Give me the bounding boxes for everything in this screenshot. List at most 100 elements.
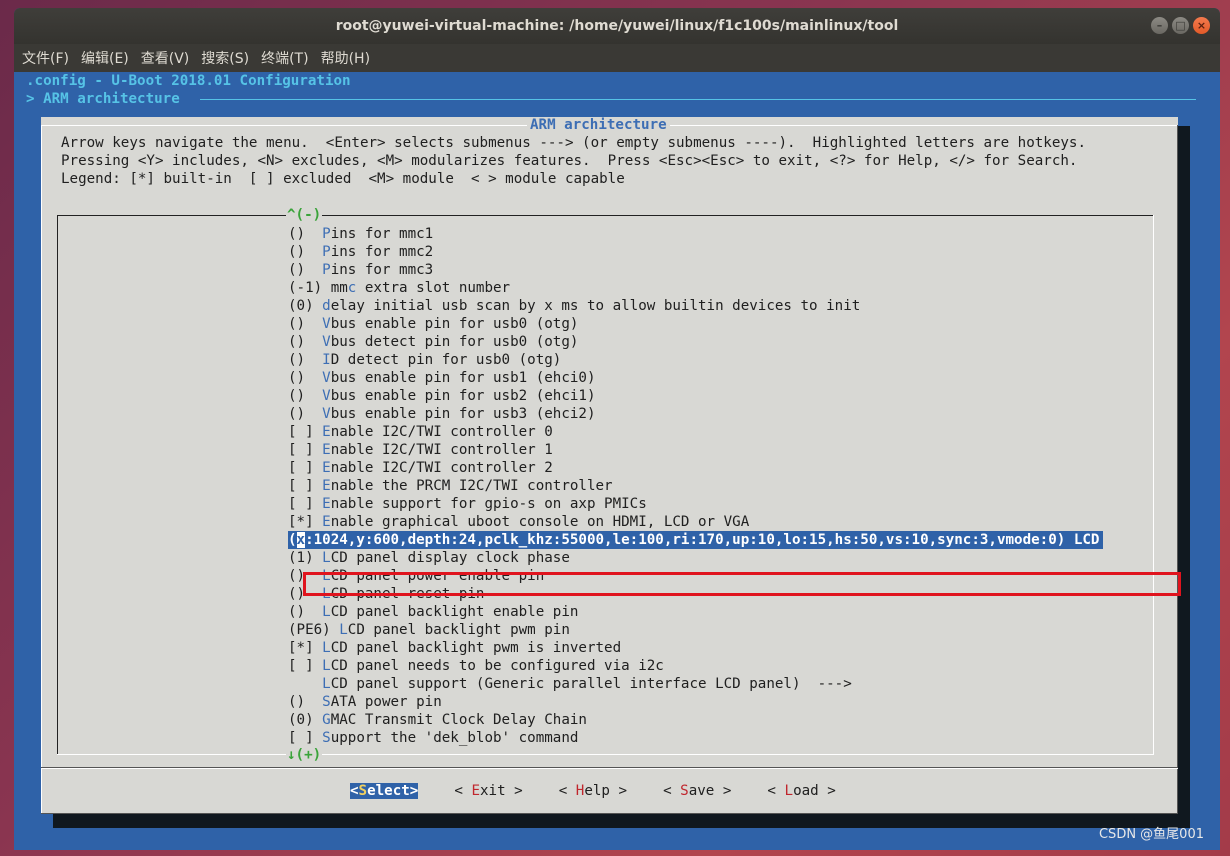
- menu-list[interactable]: ^(-) ↓(+) () Pins for mmc1() Pins for mm…: [57, 207, 1154, 763]
- item-hotkey: E: [322, 424, 331, 440]
- menu-item[interactable]: () Pins for mmc2: [288, 243, 1103, 261]
- terminal-area[interactable]: .config - U-Boot 2018.01 Configuration >…: [14, 72, 1220, 850]
- item-prefix: [*]: [288, 640, 323, 656]
- item-label: bus detect pin for usb0 (otg): [330, 334, 579, 350]
- menu-item[interactable]: [ ] Enable I2C/TWI controller 2: [288, 459, 1103, 477]
- menu-item[interactable]: [ ] Enable the PRCM I2C/TWI controller: [288, 477, 1103, 495]
- item-hotkey: P: [322, 244, 331, 260]
- menu-item[interactable]: (0) GMAC Transmit Clock Delay Chain: [288, 711, 1103, 729]
- help-line-1: Arrow keys navigate the menu. <Enter> se…: [61, 135, 1086, 151]
- item-prefix: [*]: [288, 514, 323, 530]
- menu-item-selected[interactable]: (x:1024,y:600,depth:24,pclk_khz:55000,le…: [288, 531, 1104, 549]
- item-prefix: [ ]: [288, 460, 323, 476]
- menu-item-view[interactable]: 查看(V): [141, 48, 190, 68]
- menu-item[interactable]: LCD panel support (Generic parallel inte…: [288, 675, 1103, 693]
- item-hotkey: d: [322, 298, 331, 314]
- item-label: bus enable pin for usb0 (otg): [330, 316, 579, 332]
- item-label: nable I2C/TWI controller 0: [330, 424, 553, 440]
- scroll-down-indicator: ↓(+): [286, 747, 323, 763]
- help-line-3: Legend: [*] built-in [ ] excluded <M> mo…: [61, 171, 625, 187]
- item-prefix: (): [288, 316, 323, 332]
- title-bar[interactable]: root@yuwei-virtual-machine: /home/yuwei/…: [14, 8, 1220, 44]
- item-hotkey: S: [322, 694, 331, 710]
- menu-item[interactable]: () Vbus enable pin for usb0 (otg): [288, 315, 1103, 333]
- item-prefix: (PE6): [288, 622, 340, 638]
- item-label: nable graphical uboot console on HDMI, L…: [330, 514, 750, 530]
- watermark: CSDN @鱼尾001: [1098, 827, 1204, 842]
- item-hotkey: x: [296, 532, 306, 548]
- item-label: nable I2C/TWI controller 2: [330, 460, 553, 476]
- menu-item[interactable]: () LCD panel backlight enable pin: [288, 603, 1103, 621]
- item-hotkey: L: [322, 658, 331, 674]
- button-select[interactable]: <Select>: [350, 783, 419, 799]
- item-hotkey: L: [322, 550, 331, 566]
- item-prefix: (): [288, 262, 323, 278]
- menu-item[interactable]: () Pins for mmc3: [288, 261, 1103, 279]
- menu-item[interactable]: (1) LCD panel display clock phase: [288, 549, 1103, 567]
- button-bar: <Select> < Exit > < Help > < Save > < Load >: [350, 783, 836, 799]
- maximize-icon[interactable]: □: [1172, 17, 1189, 34]
- menu-item[interactable]: (PE6) LCD panel backlight pwm pin: [288, 621, 1103, 639]
- item-hotkey: L: [322, 676, 331, 692]
- menu-item-search[interactable]: 搜索(S): [201, 48, 249, 68]
- close-icon[interactable]: ×: [1193, 17, 1210, 34]
- menu-item[interactable]: [ ] Enable I2C/TWI controller 1: [288, 441, 1103, 459]
- menu-item[interactable]: (-1) mmc extra slot number: [288, 279, 1103, 297]
- minimize-icon[interactable]: –: [1151, 17, 1168, 34]
- button-label: elect>: [367, 783, 419, 799]
- item-prefix: (: [288, 532, 297, 548]
- item-prefix: (): [288, 334, 323, 350]
- button-save[interactable]: < Save >: [663, 783, 731, 799]
- window-title: root@yuwei-virtual-machine: /home/yuwei/…: [335, 18, 899, 34]
- list-border: [57, 215, 58, 755]
- item-prefix: (): [288, 388, 323, 404]
- item-hotkey: E: [322, 478, 331, 494]
- item-label: ATA power pin: [330, 694, 442, 710]
- menu-item[interactable]: () Vbus enable pin for usb1 (ehci0): [288, 369, 1103, 387]
- item-label: bus enable pin for usb1 (ehci0): [330, 370, 596, 386]
- item-prefix: [ ]: [288, 442, 323, 458]
- menu-item[interactable]: () Pins for mmc1: [288, 225, 1103, 243]
- menu-item[interactable]: [ ] Support the 'dek_blob' command: [288, 729, 1103, 747]
- menu-item[interactable]: [ ] Enable I2C/TWI controller 0: [288, 423, 1103, 441]
- menu-item[interactable]: () Vbus enable pin for usb2 (ehci1): [288, 387, 1103, 405]
- menu-item[interactable]: () Vbus detect pin for usb0 (otg): [288, 333, 1103, 351]
- menu-item[interactable]: () SATA power pin: [288, 693, 1103, 711]
- item-prefix: [ ]: [288, 658, 323, 674]
- button-help[interactable]: < Help >: [559, 783, 627, 799]
- menu-item[interactable]: () ID detect pin for usb0 (otg): [288, 351, 1103, 369]
- menu-item-terminal[interactable]: 终端(T): [261, 48, 308, 68]
- item-prefix: (): [288, 244, 323, 260]
- menu-item-help[interactable]: 帮助(H): [321, 48, 370, 68]
- button-bracket: <: [767, 783, 785, 799]
- item-prefix: [ ]: [288, 730, 323, 746]
- menu-item[interactable]: (0) delay initial usb scan by x ms to al…: [288, 297, 1103, 315]
- menu-item[interactable]: [ ] Enable support for gpio-s on axp PMI…: [288, 495, 1103, 513]
- menu-item-file[interactable]: 文件(F): [22, 48, 69, 68]
- item-hotkey: V: [322, 370, 331, 386]
- dialog-border: [41, 813, 1178, 814]
- item-label: nable support for gpio-s on axp PMICs: [330, 496, 647, 512]
- item-hotkey: L: [322, 604, 331, 620]
- menuconfig-dialog: ARM architecture Arrow keys navigate the…: [41, 117, 1181, 814]
- item-hotkey: L: [339, 622, 348, 638]
- window-controls: – □ ×: [1151, 17, 1210, 34]
- item-label: bus enable pin for usb2 (ehci1): [330, 388, 596, 404]
- button-exit[interactable]: < Exit >: [454, 783, 522, 799]
- menu-item[interactable]: () Vbus enable pin for usb3 (ehci2): [288, 405, 1103, 423]
- list-border: [57, 215, 1154, 216]
- item-label: CD panel backlight pwm is inverted: [330, 640, 622, 656]
- button-label: oad >: [793, 783, 836, 799]
- item-hotkey: E: [322, 496, 331, 512]
- dialog-title: ARM architecture: [527, 117, 670, 133]
- item-label: ins for mmc3: [330, 262, 434, 278]
- button-load[interactable]: < Load >: [767, 783, 835, 799]
- item-hotkey: V: [322, 406, 331, 422]
- item-prefix: (-1) mm: [288, 280, 348, 296]
- menu-item-edit[interactable]: 编辑(E): [81, 48, 129, 68]
- menu-item[interactable]: [ ] LCD panel needs to be configured via…: [288, 657, 1103, 675]
- dialog-shadow-right: [1178, 126, 1190, 828]
- menu-item[interactable]: [*] LCD panel backlight pwm is inverted: [288, 639, 1103, 657]
- menu-item[interactable]: [*] Enable graphical uboot console on HD…: [288, 513, 1103, 531]
- item-prefix: (): [288, 406, 323, 422]
